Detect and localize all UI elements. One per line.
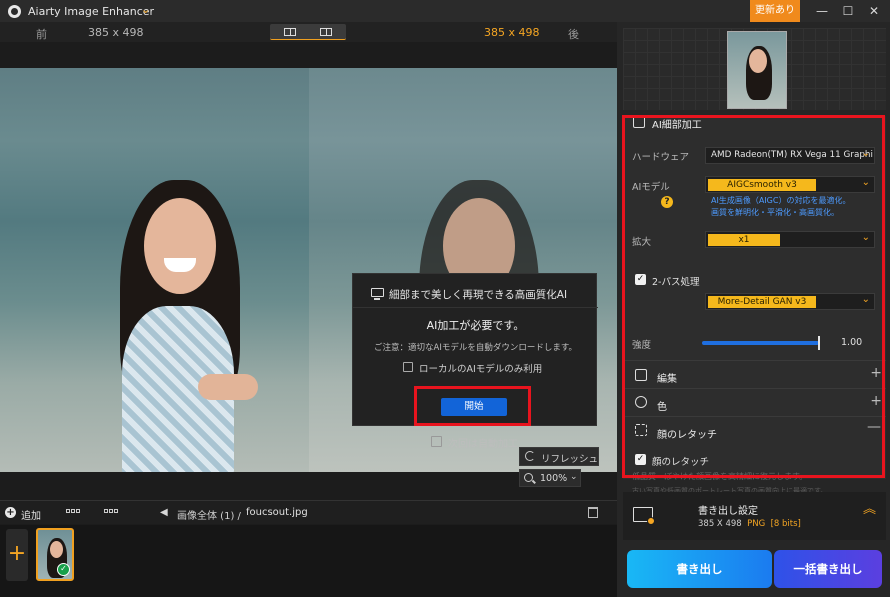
image-thumbnail[interactable]: ✓: [36, 528, 74, 581]
grid-view-icon[interactable]: [66, 509, 81, 517]
minimize-icon[interactable]: —: [812, 2, 832, 20]
export-button[interactable]: 書き出し: [627, 550, 772, 588]
app-title: Aiarty Image Enhancer: [28, 5, 155, 18]
add-image-button[interactable]: +: [6, 529, 28, 581]
batch-export-button[interactable]: 一括書き出し: [774, 550, 882, 588]
local-model-label: ローカルのAIモデルのみ利用: [419, 364, 543, 375]
export-settings-title: 書き出し設定: [698, 506, 758, 517]
back-arrow-icon[interactable]: ◀: [160, 507, 168, 518]
zoom-value: 100%: [540, 473, 568, 484]
chevron-up-icon[interactable]: ︽: [863, 503, 876, 516]
export-settings-row[interactable]: 書き出し設定 385 X 498 PNG [8 bits] ︽: [623, 492, 886, 540]
app-menu-chevron-down-icon[interactable]: ⌄: [141, 3, 150, 16]
auto-process-label: 次回は自動加工: [448, 439, 518, 450]
gear-icon: [647, 517, 655, 525]
auto-process-checkbox[interactable]: [431, 436, 442, 447]
title-bar: Aiarty Image Enhancer ⌄ 更新あり — ☐ ✕: [0, 0, 890, 22]
check-icon: ✓: [57, 563, 70, 576]
view-mode-toggle: [270, 24, 346, 40]
thumbnail-strip: + ✓: [0, 525, 617, 597]
add-button[interactable]: 追加: [21, 507, 41, 522]
start-highlight-frame: [414, 386, 531, 426]
zoom-select[interactable]: 100% ⌄: [519, 469, 581, 487]
after-size: 385 x 498: [484, 26, 540, 39]
refresh-label: リフレッシュ: [541, 454, 599, 465]
zoom-icon: [524, 473, 533, 482]
close-icon[interactable]: ✕: [864, 2, 884, 20]
app-logo-icon: [8, 5, 21, 18]
refresh-icon: [525, 451, 535, 461]
nav-face-shape: [749, 49, 767, 73]
face-shape: [144, 198, 216, 294]
monitor-icon: [371, 288, 384, 300]
local-model-checkbox[interactable]: [403, 362, 413, 372]
settings-highlight-frame: [622, 115, 885, 478]
single-view-button[interactable]: [272, 26, 308, 38]
add-icon[interactable]: +: [5, 507, 16, 518]
strip-view-icon[interactable]: [104, 509, 119, 517]
single-view-icon: [284, 28, 296, 36]
compare-header: 前 385 x 498 385 x 498 後: [0, 22, 617, 42]
before-image: [0, 68, 309, 472]
file-toolbar: + 追加 ◀ 画像全体 (1) / foucsout.jpg: [0, 500, 617, 524]
settings-panel: AI細部加工 ハードウェア AMD Radeon(TM) RX Vega 11 …: [617, 22, 890, 597]
breadcrumb-file: foucsout.jpg: [246, 507, 308, 518]
split-view-button[interactable]: [308, 26, 344, 38]
before-size: 385 x 498: [88, 26, 144, 39]
thumb-face-shape: [50, 541, 63, 558]
dialog-header: 細部まで美しく再現できる高画質化AI: [353, 274, 598, 308]
breadcrumb-all[interactable]: 画像全体 (1) /: [177, 507, 241, 522]
before-label: 前: [36, 28, 47, 41]
arm-shape: [198, 374, 258, 400]
after-label: 後: [568, 28, 579, 41]
navigator-thumbnail: [727, 31, 787, 109]
maximize-icon[interactable]: ☐: [838, 2, 858, 20]
dialog-title: 細部まで美しく再現できる高画質化AI: [389, 289, 568, 301]
dialog-message: AI加工が必要です。: [426, 319, 525, 332]
export-meta: 385 X 498 PNG [8 bits]: [698, 519, 801, 529]
dialog-note: ご注意：適切なAIモデルを自動ダウンロードします。: [374, 343, 577, 353]
update-available-button[interactable]: 更新あり: [750, 0, 800, 22]
split-view-icon: [320, 28, 332, 36]
refresh-button[interactable]: リフレッシュ: [519, 447, 599, 466]
navigator-preview[interactable]: [623, 28, 886, 110]
chevron-down-icon: ⌄: [570, 472, 578, 482]
trash-icon[interactable]: [588, 507, 598, 518]
